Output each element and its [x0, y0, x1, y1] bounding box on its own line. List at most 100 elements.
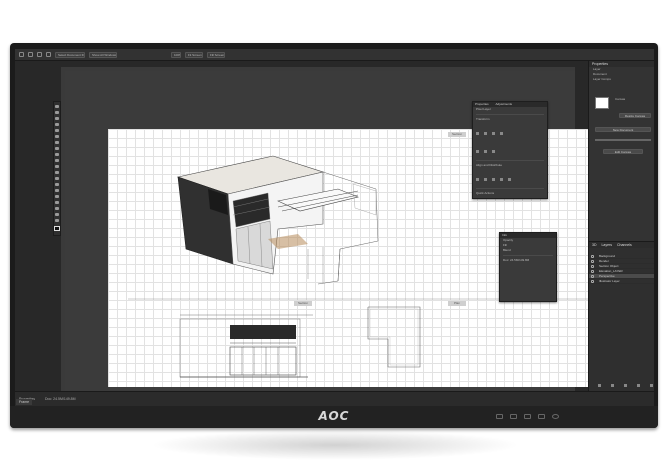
building-render — [176, 155, 379, 285]
flip-h-icon[interactable] — [484, 150, 487, 153]
new-document-button[interactable]: New Document — [595, 127, 651, 132]
layer-name: Background — [599, 254, 616, 258]
monitor-chin: AOC — [10, 406, 658, 428]
slider-track[interactable] — [595, 139, 651, 141]
tab-properties[interactable]: Properties — [475, 102, 489, 106]
layer-name: Perspective — [599, 274, 615, 278]
x-icon — [500, 132, 503, 135]
folder-icon[interactable] — [650, 384, 653, 387]
panel-section-title[interactable]: Quick Actions — [473, 191, 547, 196]
adjustment-icon[interactable] — [637, 384, 640, 387]
canvas-color-swatch[interactable] — [595, 97, 609, 109]
fx-icon[interactable] — [611, 384, 614, 387]
resize-canvas-button[interactable]: Resize Canvas — [619, 113, 651, 118]
healing-tool-icon[interactable] — [55, 141, 59, 144]
layer-name: Elevation_LAYER — [599, 269, 623, 273]
monitor-screen: Select Document ID Show All Windows 100%… — [15, 49, 654, 406]
fill-screen-button[interactable]: Fill Screen — [207, 51, 225, 58]
brush-tool-icon[interactable] — [55, 147, 59, 150]
edit-canvas-button[interactable]: Edit Canvas — [603, 149, 643, 154]
crop-tool-icon[interactable] — [55, 129, 59, 132]
eye-icon[interactable] — [591, 280, 594, 283]
zoom-in-icon[interactable] — [37, 52, 42, 57]
section-drawing — [179, 314, 313, 378]
quick-select-tool-icon[interactable] — [55, 123, 59, 126]
document-tab[interactable]: Frame — [16, 399, 33, 405]
hand-tool-icon[interactable] — [55, 213, 59, 216]
page-label: Plan — [448, 301, 466, 306]
brand-logo: AOC — [318, 409, 350, 423]
eye-icon[interactable] — [591, 260, 594, 263]
marquee-tool-icon[interactable] — [55, 111, 59, 114]
home-icon[interactable] — [19, 52, 24, 57]
tab-3d[interactable]: 3D — [592, 243, 596, 247]
exit-button-icon[interactable] — [538, 414, 545, 419]
eye-icon[interactable] — [591, 265, 594, 268]
power-button-icon[interactable] — [552, 414, 559, 419]
up-button-icon[interactable] — [524, 414, 531, 419]
zoom-out-icon[interactable] — [46, 52, 51, 57]
type-tool-icon[interactable] — [55, 195, 59, 198]
layer-name: Illustrator Layer — [599, 279, 620, 283]
zoom-tool-icon[interactable] — [28, 52, 33, 57]
page-label: Section — [294, 301, 312, 306]
shape-tool-icon[interactable] — [55, 207, 59, 210]
move-tool-icon[interactable] — [55, 105, 59, 108]
option-field[interactable]: Select Document ID — [55, 51, 85, 58]
blur-tool-icon[interactable] — [55, 177, 59, 180]
divider — [503, 255, 553, 256]
align-center-icon[interactable] — [484, 178, 487, 181]
tab-layers[interactable]: Layers — [601, 243, 612, 247]
stamp-tool-icon[interactable] — [55, 153, 59, 156]
align-right-icon[interactable] — [492, 178, 495, 181]
gradient-tool-icon[interactable] — [55, 171, 59, 174]
down-button-icon[interactable] — [510, 414, 517, 419]
divider — [476, 114, 544, 115]
eye-icon[interactable] — [591, 255, 594, 258]
fit-screen-button[interactable]: Fit Screen — [185, 51, 203, 58]
flip-v-icon[interactable] — [492, 150, 495, 153]
floating-info-panel: Info Opacity Fill Blend Doc: 24.5M/149.8… — [499, 232, 557, 302]
align-top-icon[interactable] — [500, 178, 503, 181]
path-select-tool-icon[interactable] — [55, 201, 59, 204]
stand-shadow — [150, 430, 520, 460]
pen-tool-icon[interactable] — [55, 189, 59, 192]
align-middle-icon[interactable] — [508, 178, 511, 181]
tab-channels[interactable]: Channels — [617, 243, 632, 247]
tools-panel — [53, 101, 61, 236]
history-brush-icon[interactable] — [55, 159, 59, 162]
info-row: Doc: 24.5M/149.8M — [503, 258, 530, 262]
eyedropper-tool-icon[interactable] — [55, 135, 59, 138]
align-left-icon[interactable] — [476, 178, 479, 181]
link-icon[interactable] — [492, 132, 495, 135]
width-icon — [476, 132, 479, 135]
options-bar: Select Document ID Show All Windows 100%… — [15, 49, 654, 61]
layer-name: Render — [599, 259, 609, 263]
prop-row: Layer Comps — [593, 77, 611, 81]
link-layers-icon[interactable] — [598, 384, 601, 387]
dodge-tool-icon[interactable] — [55, 183, 59, 186]
product-photo: Select Document ID Show All Windows 100%… — [0, 0, 670, 472]
panel-row: Pixel Layer — [476, 107, 491, 111]
layer-name: Section Object — [599, 264, 619, 268]
lasso-tool-icon[interactable] — [55, 117, 59, 120]
eraser-tool-icon[interactable] — [55, 165, 59, 168]
right-dock: Properties Layer Document Layer Comps Ca… — [588, 61, 654, 391]
zoom-field[interactable]: 100% — [171, 51, 181, 58]
option-field[interactable]: Show All Windows — [89, 51, 117, 58]
divider — [476, 160, 544, 161]
height-icon — [484, 132, 487, 135]
rotate-icon[interactable] — [476, 150, 479, 153]
zoom-tool-icon[interactable] — [55, 219, 59, 222]
divider — [476, 188, 544, 189]
eye-icon[interactable] — [591, 270, 594, 273]
foreground-color-swatch[interactable] — [54, 226, 60, 231]
prop-row: Canvas — [615, 97, 626, 101]
eye-icon[interactable] — [591, 275, 594, 278]
menu-button-icon[interactable] — [496, 414, 503, 419]
floating-properties-panel: Properties Adjustments Pixel Layer Trans… — [472, 101, 548, 199]
page-label: Section — [448, 132, 466, 137]
tab-adjustments[interactable]: Adjustments — [496, 102, 513, 106]
mask-icon[interactable] — [624, 384, 627, 387]
layer-row[interactable]: Illustrator Layer — [589, 279, 654, 284]
